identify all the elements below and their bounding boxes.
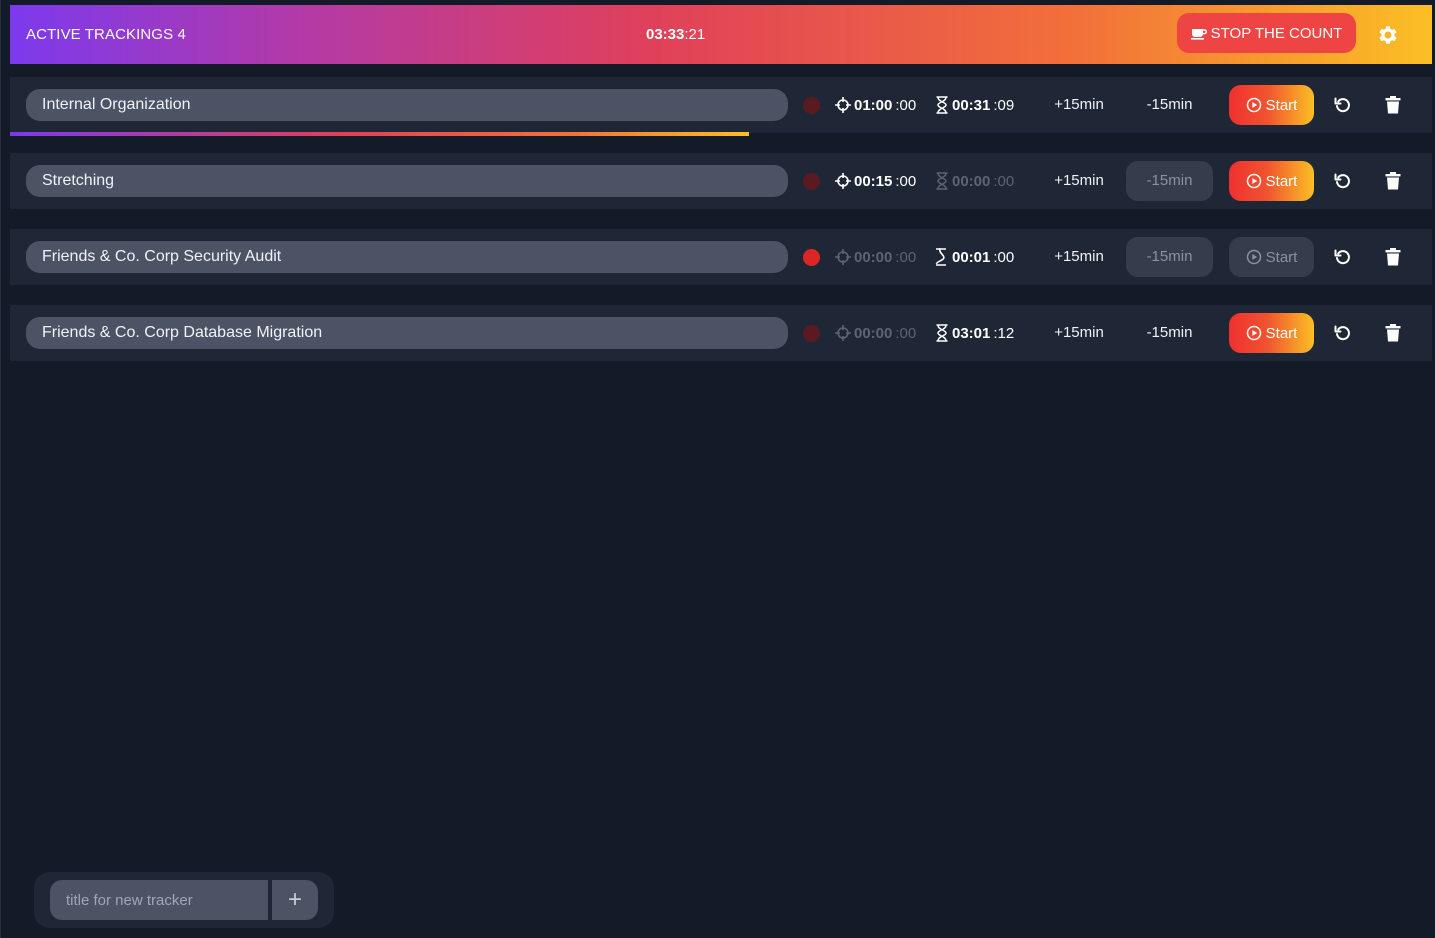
add-tracker-button[interactable]: + [272,880,318,920]
recording-indicator [803,173,820,190]
start-button[interactable]: Start [1229,237,1314,277]
tracker-title-text: Stretching [42,172,115,189]
subtract-15min-button[interactable]: -15min [1126,85,1213,125]
start-label: Start [1265,324,1298,342]
subtract-15min-button[interactable]: -15min [1126,237,1213,277]
subtract-15min-button[interactable]: -15min [1126,313,1213,353]
play-icon [1246,249,1262,265]
tracker-row: Internal Organization 01:00 :00 00:31 :0… [10,77,1432,133]
target-time-seconds: :00 [895,96,917,114]
target-time-seconds: :00 [895,172,917,190]
hourglass-icon [935,324,949,342]
top-bar: ACTIVE TRACKINGS 4 03:33:21 STOP THE COU… [10,5,1432,64]
new-tracker-panel: + [34,872,334,928]
target-time-seconds: :00 [895,248,917,266]
play-icon [1246,173,1262,189]
target-time-main: 01:00 [854,96,893,114]
hourglass-icon [933,248,949,266]
elapsed-time-seconds: :00 [993,248,1015,266]
tracker-row: Stretching 00:15 :00 00:00 :00 +15min -1… [10,153,1432,209]
elapsed-time-main: 03:01 [952,324,991,342]
start-button[interactable]: Start [1229,161,1314,201]
start-label: Start [1265,248,1298,266]
total-clock: 03:33:21 [646,26,705,43]
crosshair-icon [835,249,851,265]
elapsed-time: 00:31 :09 [935,94,1014,116]
trash-icon[interactable] [1384,171,1402,191]
elapsed-time-main: 00:00 [952,172,991,190]
total-clock-seconds: :21 [684,26,706,43]
tracker-row: Friends & Co. Corp Security Audit 00:00 … [10,229,1432,285]
target-time: 00:15 :00 [835,170,916,192]
target-time: 00:00 :00 [835,246,916,268]
elapsed-time-main: 00:01 [952,248,991,266]
start-button[interactable]: Start [1229,85,1314,125]
elapsed-time-main: 00:31 [952,96,991,114]
tracker-title[interactable]: Stretching [26,165,788,197]
add-15min-button[interactable]: +15min [1040,165,1118,197]
plus-icon: + [287,886,302,913]
reset-icon[interactable] [1333,247,1353,267]
recording-indicator [803,249,820,266]
recording-indicator [803,325,820,342]
reset-icon[interactable] [1333,95,1353,115]
start-button[interactable]: Start [1229,313,1314,353]
tracker-title[interactable]: Friends & Co. Corp Database Migration [26,317,788,349]
crosshair-icon [835,97,851,113]
start-label: Start [1265,172,1298,190]
tracker-row: Friends & Co. Corp Database Migration 00… [10,305,1432,361]
elapsed-time: 03:01 :12 [935,322,1014,344]
total-clock-main: 03:33 [646,26,685,43]
gear-icon[interactable] [1376,23,1400,47]
reset-icon[interactable] [1333,171,1353,191]
subtract-15min-button[interactable]: -15min [1126,161,1213,201]
stop-the-count-label: STOP THE COUNT [1210,24,1343,42]
hourglass-icon [935,96,949,114]
play-icon [1246,325,1262,341]
tracker-title[interactable]: Friends & Co. Corp Security Audit [26,241,788,273]
target-time-main: 00:00 [854,324,893,342]
recording-indicator [803,97,820,114]
target-time-seconds: :00 [895,324,917,342]
tracker-title-text: Internal Organization [42,96,191,113]
crosshair-icon [835,325,851,341]
tracker-title-text: Friends & Co. Corp Security Audit [42,248,282,265]
elapsed-time-seconds: :09 [993,96,1015,114]
trash-icon[interactable] [1384,95,1402,115]
tracker-title[interactable]: Internal Organization [26,89,788,121]
target-time: 01:00 :00 [835,94,916,116]
trash-icon[interactable] [1384,247,1402,267]
add-15min-button[interactable]: +15min [1040,317,1118,349]
hourglass-icon [935,172,949,190]
elapsed-time: 00:01 :00 [933,246,1014,268]
stop-the-count-button[interactable]: STOP THE COUNT [1177,13,1356,53]
elapsed-time-seconds: :00 [993,172,1015,190]
tracker-title-text: Friends & Co. Corp Database Migration [42,324,323,341]
target-time-main: 00:00 [854,248,893,266]
play-icon [1246,97,1262,113]
crosshair-icon [835,173,851,189]
trash-icon[interactable] [1384,323,1402,343]
reset-icon[interactable] [1333,323,1353,343]
elapsed-time-seconds: :12 [993,324,1015,342]
target-time-main: 00:15 [854,172,893,190]
add-15min-button[interactable]: +15min [1040,241,1118,273]
active-trackings-label: ACTIVE TRACKINGS 4 [26,26,186,43]
new-tracker-title-input[interactable] [50,880,268,920]
start-label: Start [1265,96,1298,114]
coffee-icon [1190,26,1207,40]
add-15min-button[interactable]: +15min [1040,89,1118,121]
target-time: 00:00 :00 [835,322,916,344]
elapsed-time: 00:00 :00 [935,170,1014,192]
tracker-progress-bar [10,132,749,136]
